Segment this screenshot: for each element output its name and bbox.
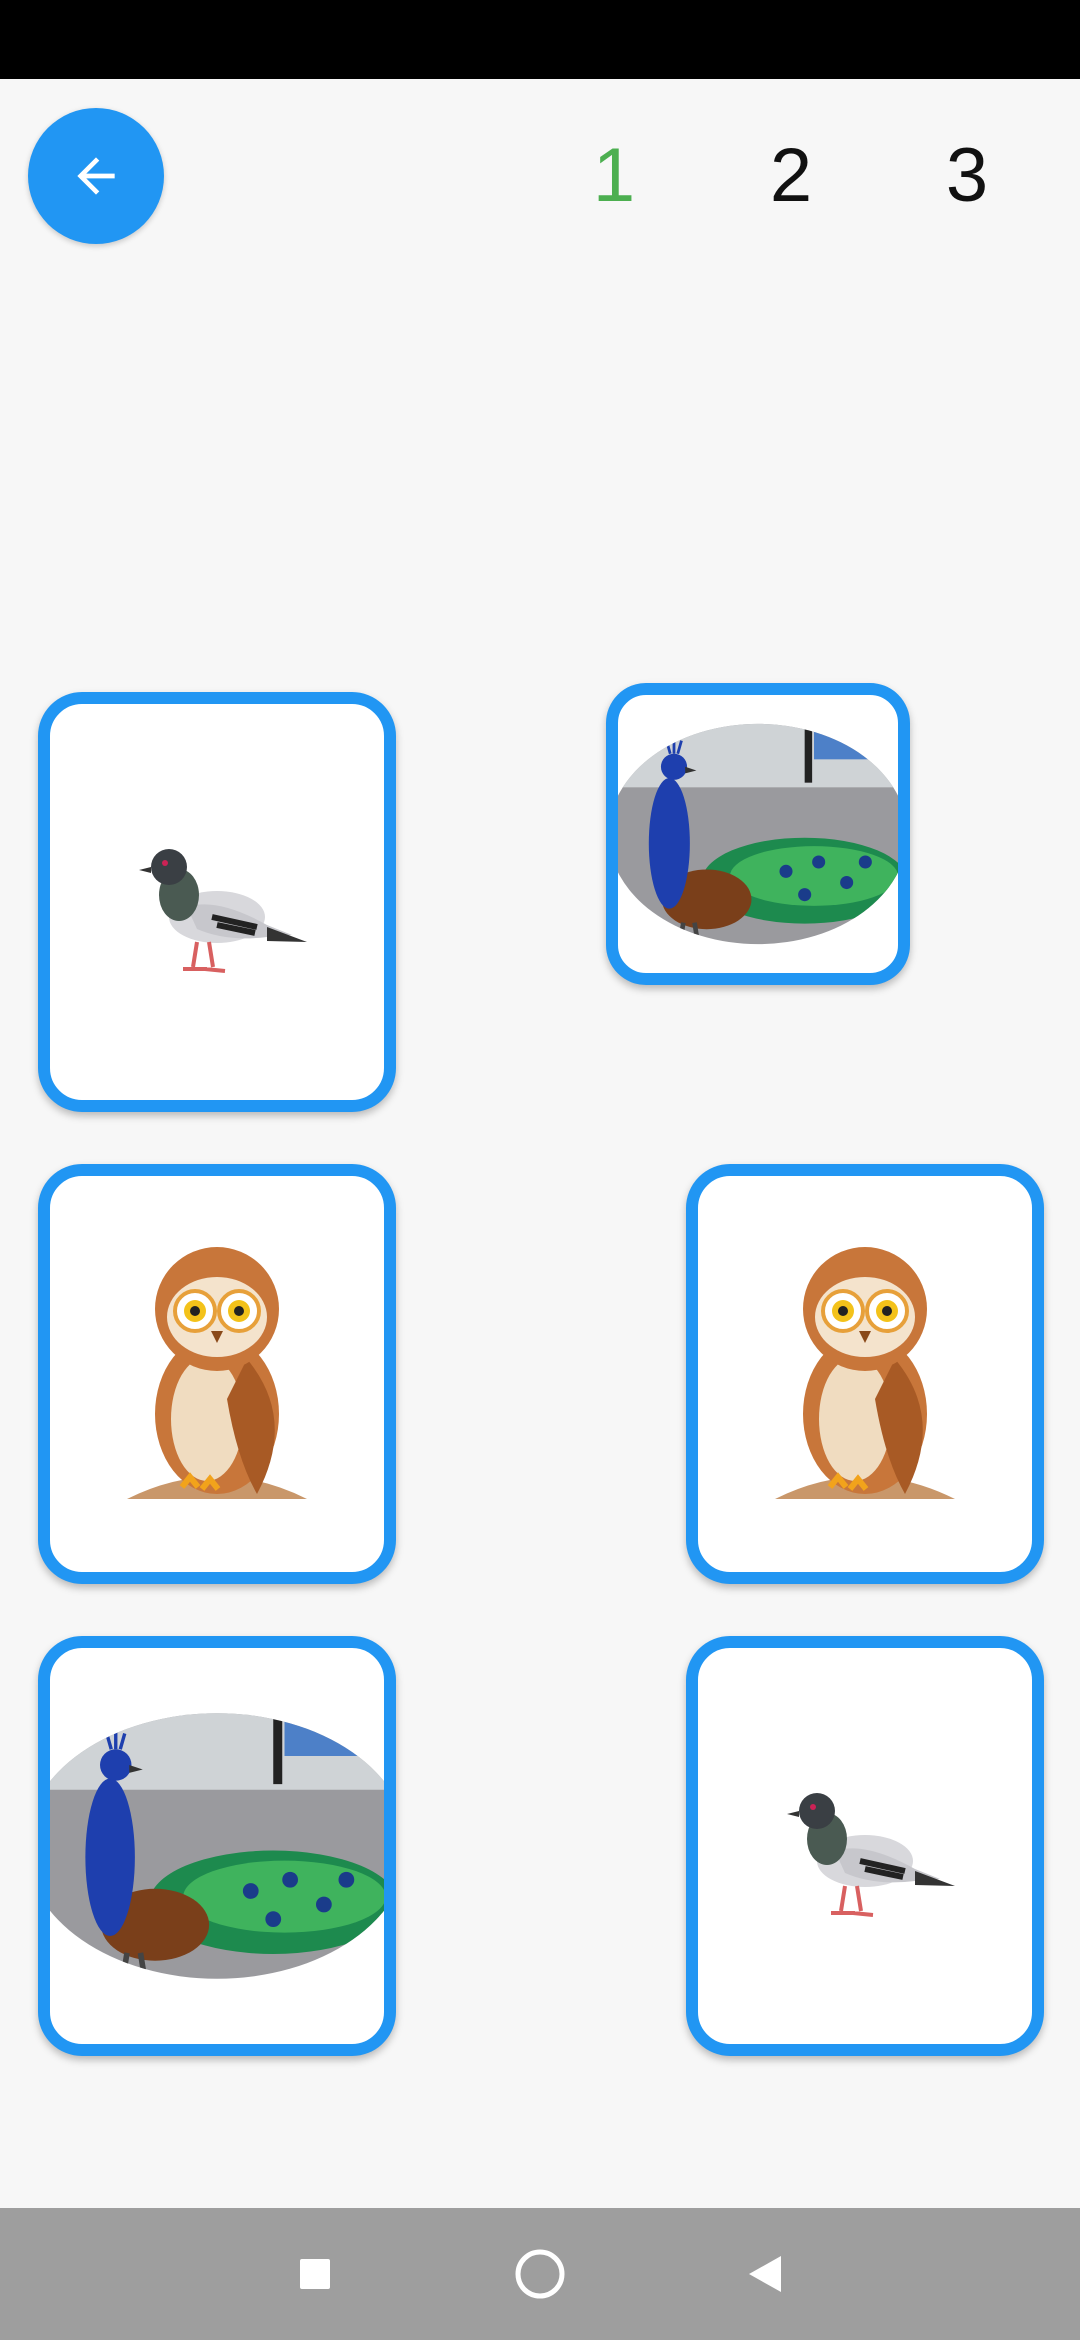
status-bar [0,0,1080,79]
memory-card-peacock[interactable] [606,683,910,985]
level-3[interactable]: 3 [917,128,1017,224]
memory-card-owl[interactable] [38,1164,396,1584]
memory-card-peacock[interactable] [38,1636,396,2056]
pigeon-image [765,1756,965,1936]
triangle-back-icon [749,2256,781,2292]
memory-card-pigeon[interactable] [38,692,396,1112]
peacock-image [618,722,898,946]
memory-card-pigeon[interactable] [686,1636,1044,2056]
square-icon [300,2259,330,2289]
level-1[interactable]: 1 [564,128,664,224]
arrow-left-icon [77,157,115,195]
recents-button[interactable] [285,2208,345,2340]
pigeon-image [117,812,317,992]
peacock-image [50,1711,384,1981]
level-2[interactable]: 2 [741,128,841,224]
home-button[interactable] [510,2208,570,2340]
memory-card-owl[interactable] [686,1164,1044,1584]
system-nav-bar [0,2208,1080,2340]
owl-image [755,1234,975,1514]
owl-image [107,1234,327,1514]
circle-icon [515,2249,565,2299]
back-button[interactable] [28,108,164,244]
nav-back-button[interactable] [735,2208,795,2340]
